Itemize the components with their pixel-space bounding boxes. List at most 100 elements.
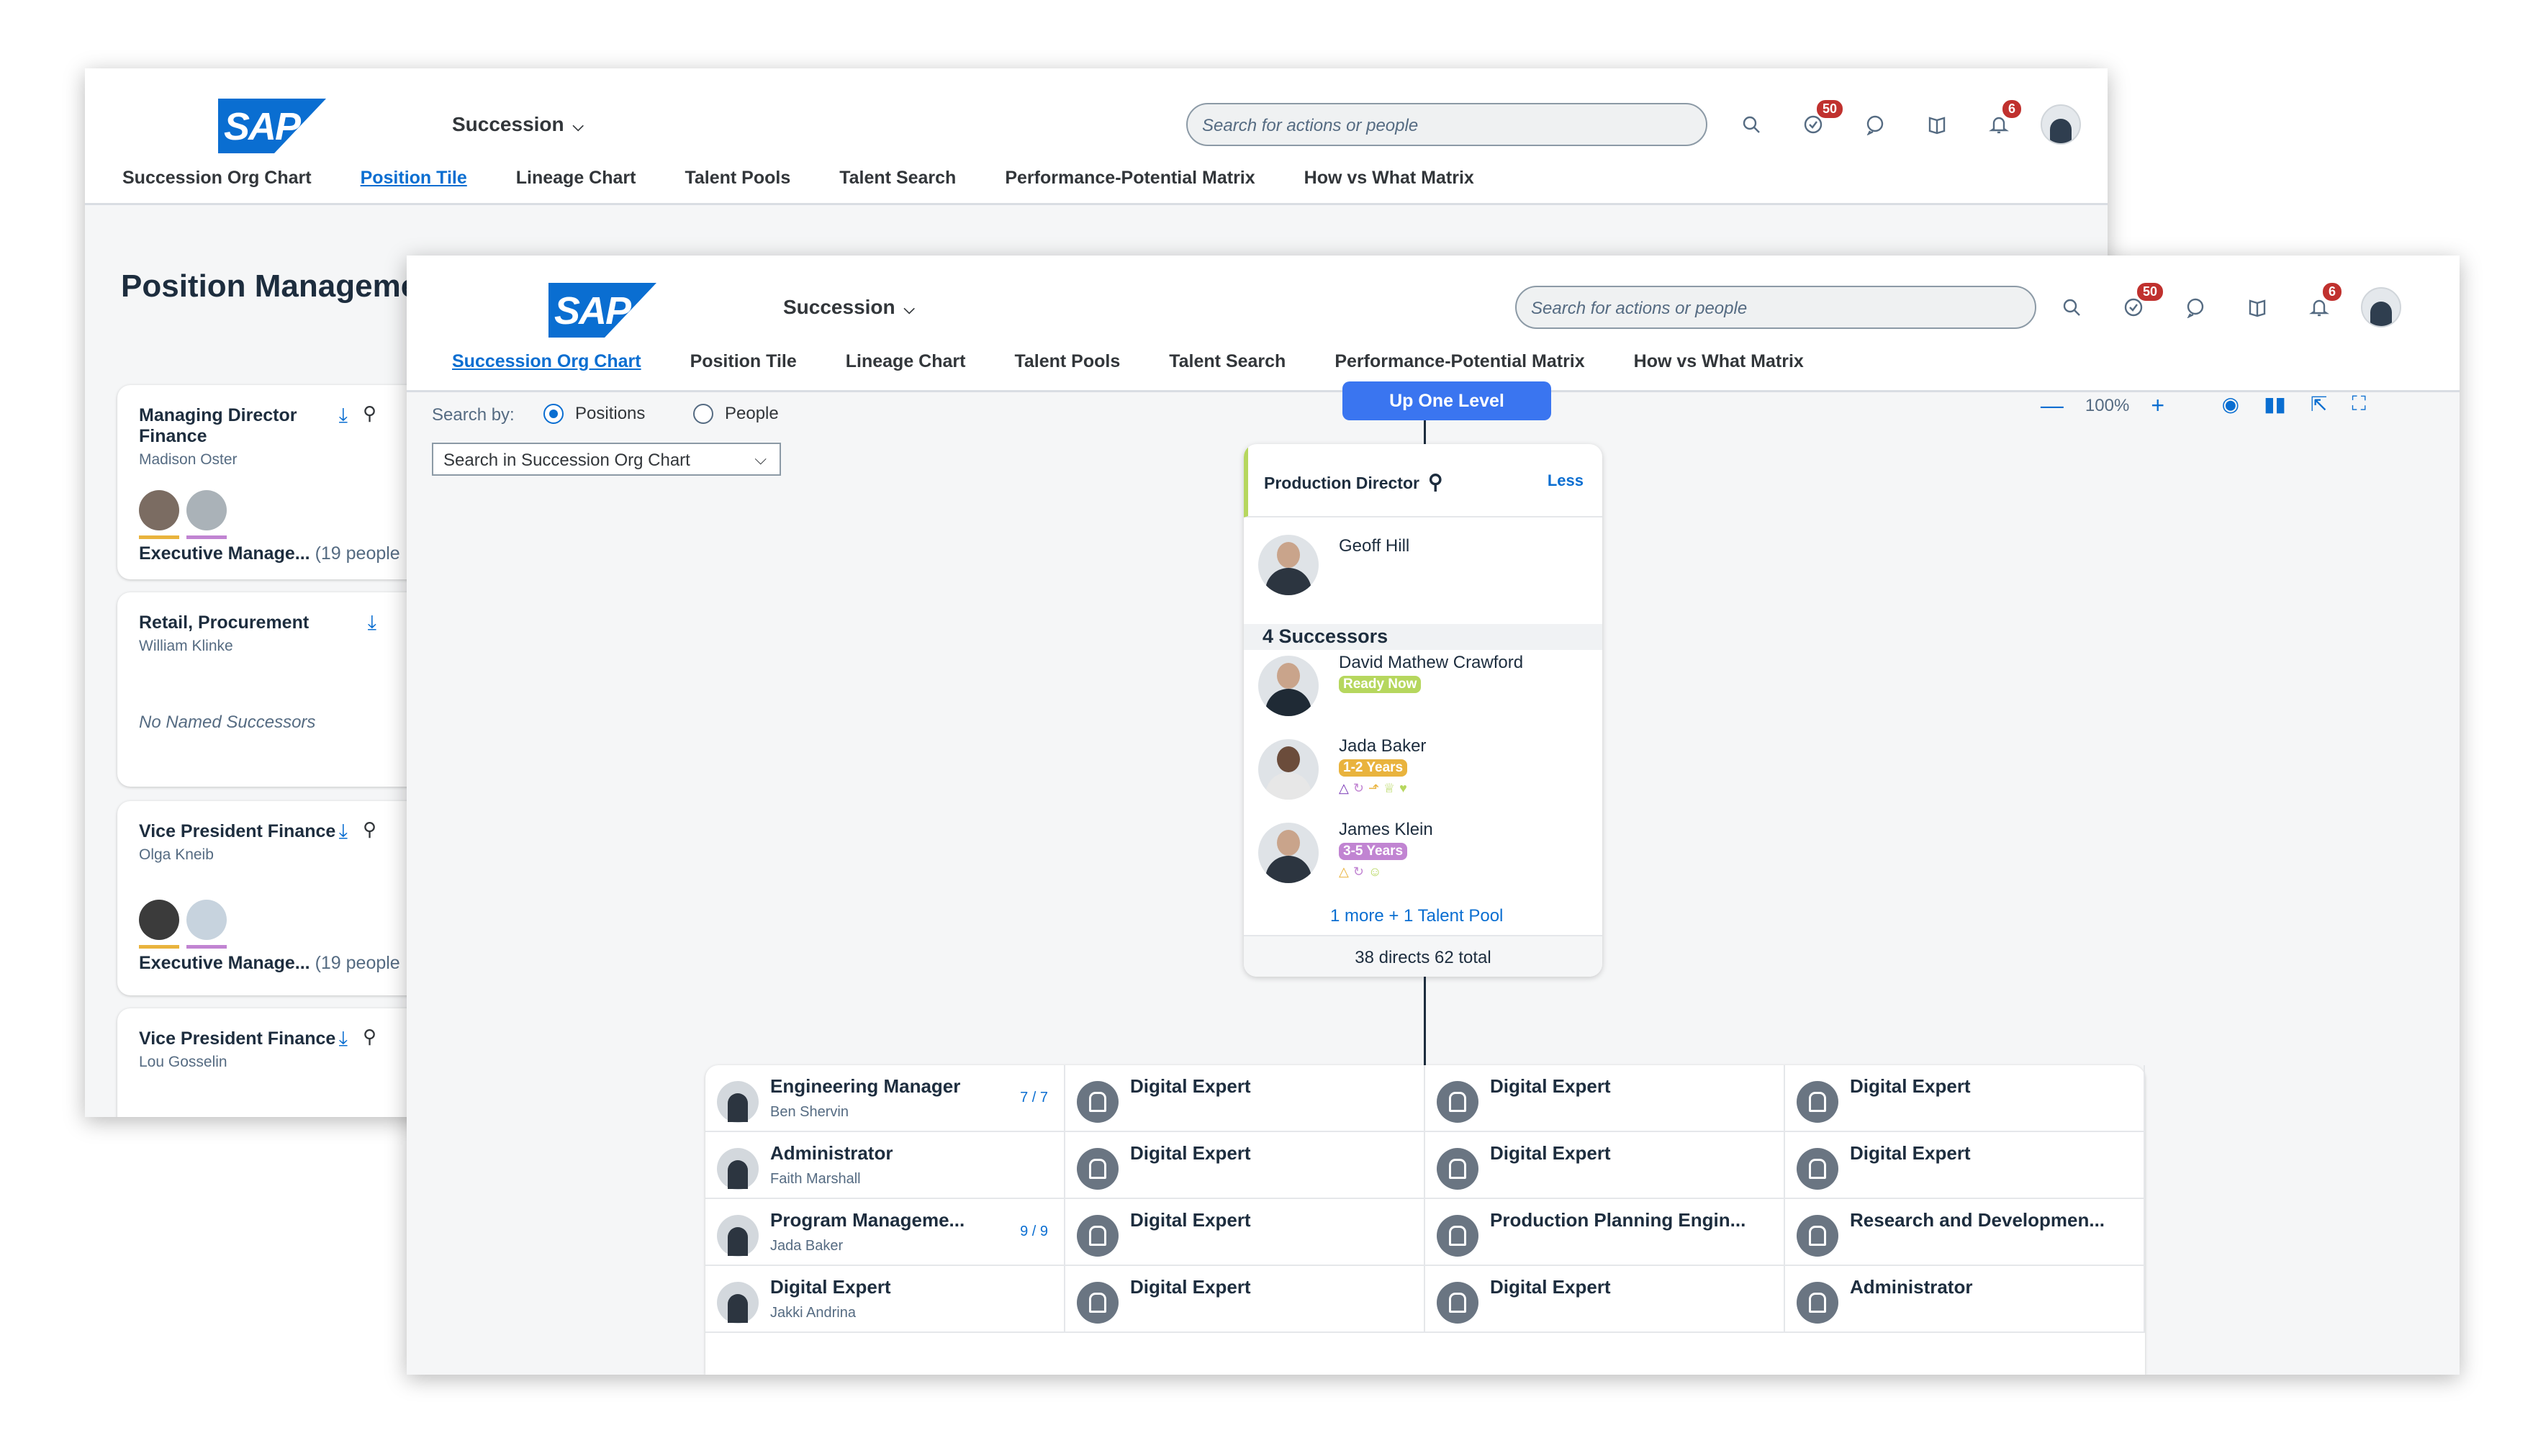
position-cell[interactable]: Digital Expert: [1425, 1132, 1785, 1199]
tab-position-tile[interactable]: Position Tile: [690, 351, 797, 372]
chevron-down-icon: ⌵: [903, 302, 915, 317]
position-cell[interactable]: Program Manageme... Jada Baker 9 / 9: [705, 1199, 1065, 1266]
chat-icon[interactable]: [2164, 286, 2226, 329]
position-cell[interactable]: Administrator: [1785, 1266, 2145, 1333]
position-cell[interactable]: Production Planning Engin...: [1425, 1199, 1785, 1266]
more-successors-link[interactable]: 1 more + 1 Talent Pool: [1330, 906, 1503, 926]
search-icon[interactable]: [1720, 103, 1782, 146]
person-placeholder-icon: [1437, 1215, 1478, 1257]
less-link[interactable]: Less: [1548, 471, 1584, 490]
download-icon[interactable]: ⤓: [339, 1027, 348, 1051]
radio-positions[interactable]: Positions: [543, 404, 645, 424]
key-icon[interactable]: ⚲: [1428, 471, 1443, 493]
position-tile[interactable]: Vice President Finance Lou Gosselin ⤓ ⚲: [117, 1008, 448, 1117]
user-avatar[interactable]: [2350, 286, 2412, 329]
talent-pool-label: Executive Manage... (19 people: [139, 543, 400, 564]
position-title: Digital Expert: [770, 1276, 891, 1298]
chart-icon[interactable]: ▮▮: [2264, 392, 2286, 416]
successor-row[interactable]: Jada Baker 1-2 Years △↻⬏♕♥: [1244, 733, 1602, 817]
search-input[interactable]: Search for actions or people: [1186, 103, 1707, 146]
sap-logo[interactable]: SAP: [548, 283, 656, 338]
direct-count[interactable]: 9 / 9: [1020, 1224, 1048, 1240]
book-icon[interactable]: [2226, 286, 2288, 329]
download-icon[interactable]: ⤓: [368, 611, 376, 635]
tab-talent-pools[interactable]: Talent Pools: [1014, 351, 1120, 372]
key-icon[interactable]: ⚲: [363, 1026, 376, 1048]
successor-row[interactable]: David Mathew Crawford Ready Now: [1244, 650, 1602, 733]
position-cell[interactable]: Digital Expert: [1425, 1065, 1785, 1132]
avatar: [186, 490, 227, 539]
tab-talent-pools[interactable]: Talent Pools: [685, 168, 790, 189]
tile-title: Vice President Finance: [139, 1028, 336, 1049]
key-icon[interactable]: ⚲: [363, 402, 376, 425]
avatar: [1258, 535, 1319, 595]
position-cell[interactable]: Digital Expert: [1065, 1266, 1425, 1333]
position-cell[interactable]: Digital Expert Jakki Andrina: [705, 1266, 1065, 1333]
avatar: [139, 490, 179, 539]
position-cell[interactable]: Digital Expert: [1785, 1065, 2145, 1132]
successor-row[interactable]: James Klein 3-5 Years △↻☺: [1244, 817, 1602, 896]
person-placeholder-icon: [1077, 1282, 1119, 1324]
chat-icon[interactable]: [1844, 103, 1906, 146]
talent-pool-label: Executive Manage... (19 people: [139, 953, 400, 973]
tab-how-vs-what-matrix[interactable]: How vs What Matrix: [1304, 168, 1474, 189]
bell-icon[interactable]: 6: [2288, 281, 2350, 329]
successor-name: David Mathew Crawford: [1339, 653, 1524, 672]
eye-icon[interactable]: ◉: [2222, 392, 2239, 416]
chevron-down-icon: ⌵: [754, 450, 767, 468]
zoom-in-icon[interactable]: +: [2151, 392, 2164, 419]
tab-lineage-chart[interactable]: Lineage Chart: [846, 351, 966, 372]
zoom-out-icon[interactable]: —: [2041, 392, 2064, 419]
avatar: [139, 900, 179, 949]
fullscreen-icon[interactable]: ⛶: [2352, 392, 2366, 416]
position-cell[interactable]: Digital Expert: [1065, 1065, 1425, 1132]
successor-name: Jada Baker: [1339, 736, 1427, 756]
book-icon[interactable]: [1906, 103, 1968, 146]
position-tile[interactable]: Retail, Procurement William Klinke ⤓ No …: [117, 592, 448, 787]
position-cell[interactable]: Research and Developmen...: [1785, 1199, 2145, 1266]
download-icon[interactable]: ⤓: [339, 820, 348, 844]
tile-title: Vice President Finance: [139, 821, 336, 841]
zoom-controls: — 100% +: [2041, 392, 2164, 419]
direct-count[interactable]: 7 / 7: [1020, 1090, 1048, 1106]
key-icon[interactable]: ⚲: [363, 818, 376, 841]
tab-performance-potential-matrix[interactable]: Performance-Potential Matrix: [1335, 351, 1584, 372]
radio-people[interactable]: People: [693, 404, 779, 424]
app-menu-button[interactable]: Succession ⌵: [452, 113, 584, 136]
position-cell[interactable]: Engineering Manager Ben Shervin 7 / 7: [705, 1065, 1065, 1132]
position-cell[interactable]: Digital Expert: [1785, 1132, 2145, 1199]
position-tile[interactable]: Managing Director Finance Madison Oster …: [117, 385, 448, 579]
tab-performance-potential-matrix[interactable]: Performance-Potential Matrix: [1005, 168, 1255, 189]
position-title: Administrator: [770, 1142, 893, 1164]
tab-talent-search[interactable]: Talent Search: [839, 168, 956, 189]
avatar: [717, 1081, 759, 1123]
org-chart-search-select[interactable]: Search in Succession Org Chart ⌵: [432, 443, 781, 476]
position-tile[interactable]: Vice President Finance Olga Kneib ⤓ ⚲ Ex…: [117, 801, 448, 995]
user-avatar[interactable]: [2030, 103, 2092, 146]
up-one-level-button[interactable]: Up One Level: [1342, 381, 1551, 420]
tab-lineage-chart[interactable]: Lineage Chart: [516, 168, 636, 189]
tasks-icon[interactable]: 50: [2103, 281, 2165, 329]
tab-how-vs-what-matrix[interactable]: How vs What Matrix: [1634, 351, 1804, 372]
position-cell[interactable]: Administrator Faith Marshall: [705, 1132, 1065, 1199]
position-cell[interactable]: Digital Expert: [1425, 1266, 1785, 1333]
incumbent-name: Geoff Hill: [1339, 536, 1410, 556]
position-card[interactable]: Production Director ⚲ Less Geoff Hill 4 Su…: [1244, 444, 1602, 977]
search-icon[interactable]: [2041, 286, 2103, 329]
direct-reports-grid: Engineering Manager Ben Shervin 7 / 7 Digit…: [705, 1065, 2145, 1375]
export-icon[interactable]: ⇱: [2311, 392, 2327, 416]
tab-position-tile[interactable]: Position Tile: [361, 168, 467, 189]
app-menu-button[interactable]: Succession ⌵: [783, 296, 915, 319]
download-icon[interactable]: ⤓: [339, 404, 348, 428]
tab-succession-org-chart[interactable]: Succession Org Chart: [122, 168, 312, 189]
tab-succession-org-chart[interactable]: Succession Org Chart: [452, 351, 641, 372]
position-cell[interactable]: Digital Expert: [1065, 1199, 1425, 1266]
tab-talent-search[interactable]: Talent Search: [1169, 351, 1286, 372]
tasks-icon[interactable]: 50: [1782, 99, 1845, 146]
sap-logo[interactable]: SAP: [218, 99, 326, 153]
bell-icon[interactable]: 6: [1968, 99, 2030, 146]
zoom-level: 100%: [2085, 395, 2130, 415]
search-input[interactable]: Search for actions or people: [1515, 286, 2036, 329]
successor-name: James Klein: [1339, 820, 1433, 839]
position-cell[interactable]: Digital Expert: [1065, 1132, 1425, 1199]
